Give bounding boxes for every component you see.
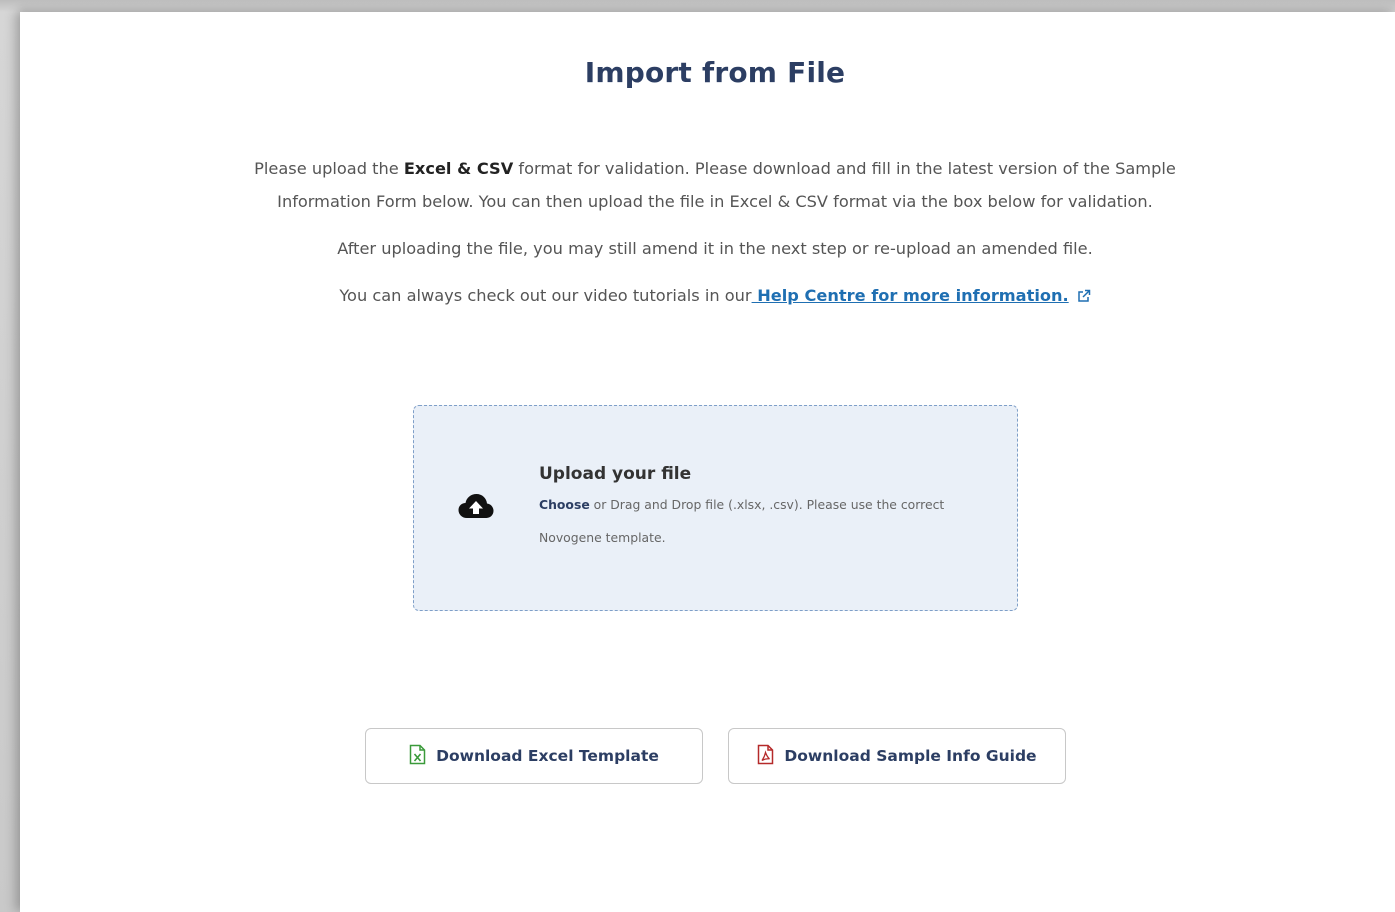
upload-description: Choose or Drag and Drop file (.xlsx, .cs… [539,488,979,554]
intro-text-prefix: Please upload the [254,159,404,178]
pdf-file-icon [757,744,784,769]
import-panel: Import from File Please upload the Excel… [20,12,1395,912]
upload-title: Upload your file [539,464,692,484]
intro-paragraph: Please upload the Excel & CSV format for… [215,152,1215,218]
file-dropzone[interactable]: Upload your file Choose or Drag and Drop… [413,405,1018,611]
external-link-icon[interactable] [1077,281,1091,314]
download-excel-template-label: Download Excel Template [436,747,659,765]
download-sample-info-guide-button[interactable]: Download Sample Info Guide [728,728,1066,784]
amend-info-text: After uploading the file, you may still … [337,239,1093,258]
page-title: Import from File [584,56,846,89]
cloud-upload-icon [458,493,494,523]
choose-file-link[interactable]: Choose [539,497,590,512]
download-sample-info-guide-label: Download Sample Info Guide [784,747,1037,765]
help-text-prefix: You can always check out our video tutor… [339,286,752,305]
help-centre-link[interactable]: Help Centre for more information. [752,286,1069,305]
help-text: You can always check out our video tutor… [215,279,1215,314]
excel-file-icon [409,744,436,769]
download-excel-template-button[interactable]: Download Excel Template [365,728,703,784]
format-emphasis: Excel & CSV [403,159,514,178]
upload-hint: or Drag and Drop file (.xlsx, .csv). Ple… [539,497,945,545]
